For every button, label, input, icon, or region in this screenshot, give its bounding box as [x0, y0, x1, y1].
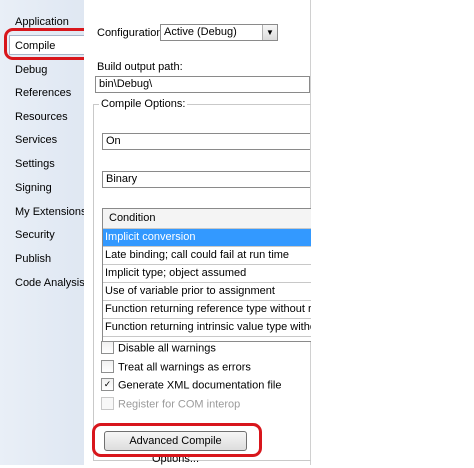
checkbox-box[interactable] [101, 341, 114, 354]
table-row[interactable]: Implicit conversion [103, 229, 311, 247]
treat-warnings-as-errors-checkbox[interactable]: Treat all warnings as errors [101, 360, 251, 375]
sidebar-item-label: Compile [15, 40, 56, 52]
configuration-dropdown[interactable]: Active (Debug) ▼ [160, 24, 278, 41]
build-output-path-input[interactable]: bin\Debug\ [95, 76, 310, 93]
disable-warnings-checkbox[interactable]: Disable all warnings [101, 341, 216, 356]
option-value: On [106, 135, 121, 147]
option-value: Binary [106, 173, 138, 185]
sidebar-item-label: Publish [15, 253, 52, 265]
sidebar-item-label: Signing [15, 182, 52, 194]
sidebar-item-code-analysis[interactable]: Code Analysis [15, 273, 85, 293]
checkbox-box [101, 397, 114, 410]
sidebar-item-signing[interactable]: Signing [15, 178, 52, 198]
checkbox-label: Disable all warnings [118, 342, 216, 355]
sidebar-item-references[interactable]: References [15, 83, 71, 103]
sidebar-item-my-extensions[interactable]: My Extensions [15, 202, 87, 222]
chevron-down-icon: ▼ [262, 25, 277, 40]
checkmark-icon[interactable]: ✓ [101, 378, 114, 391]
sidebar-item-label: Security [15, 229, 55, 241]
grid-column-header[interactable]: Condition [103, 209, 311, 229]
configuration-value: Active (Debug) [164, 26, 237, 38]
sidebar-item-label: Resources [15, 111, 68, 123]
checkbox-label: Generate XML documentation file [118, 379, 282, 392]
advanced-compile-options-button[interactable]: Advanced Compile Options... [104, 431, 247, 465]
sidebar-item-label: Settings [15, 158, 55, 170]
sidebar-item-label: Debug [15, 64, 48, 76]
build-output-path-label: Build output path: [97, 61, 183, 73]
configuration-label: Configuration: [97, 27, 166, 39]
sidebar-item-label: References [15, 87, 72, 99]
table-row[interactable]: Function returning reference type withou… [103, 301, 311, 319]
sidebar-item-settings[interactable]: Settings [15, 154, 55, 174]
option-compare-dropdown[interactable]: Binary [102, 171, 310, 188]
checkbox-label: Treat all warnings as errors [118, 361, 251, 374]
sidebar-item-application[interactable]: Application [15, 12, 69, 32]
option-explicit-dropdown[interactable]: On [102, 133, 310, 150]
table-row[interactable]: Implicit type; object assumed [103, 265, 311, 283]
sidebar-item-services[interactable]: Services [15, 130, 57, 150]
sidebar-item-label: Application [15, 16, 69, 28]
warning-conditions-grid[interactable]: Condition Implicit conversion Late bindi… [102, 208, 311, 342]
checkbox-label: Register for COM interop [118, 398, 241, 411]
sidebar: Application Compile Debug References Res… [0, 0, 87, 465]
sidebar-item-debug[interactable]: Debug [15, 60, 47, 80]
checkbox-box[interactable] [101, 360, 114, 373]
table-row[interactable]: Function returning intrinsic value type … [103, 319, 311, 337]
sidebar-item-label: Code Analysis [15, 277, 85, 289]
table-row[interactable]: Late binding; call could fail at run tim… [103, 247, 311, 265]
sidebar-item-publish[interactable]: Publish [15, 249, 51, 269]
generate-xml-doc-checkbox[interactable]: ✓ Generate XML documentation file [101, 378, 282, 393]
sidebar-item-compile[interactable]: Compile [9, 35, 84, 55]
compile-options-label: Compile Options: [99, 98, 188, 110]
sidebar-item-security[interactable]: Security [15, 225, 55, 245]
table-row[interactable]: Use of variable prior to assignment [103, 283, 311, 301]
sidebar-item-label: My Extensions [15, 206, 87, 218]
sidebar-item-resources[interactable]: Resources [15, 107, 68, 127]
register-com-interop-checkbox: Register for COM interop [101, 397, 241, 412]
sidebar-item-label: Services [15, 134, 58, 146]
